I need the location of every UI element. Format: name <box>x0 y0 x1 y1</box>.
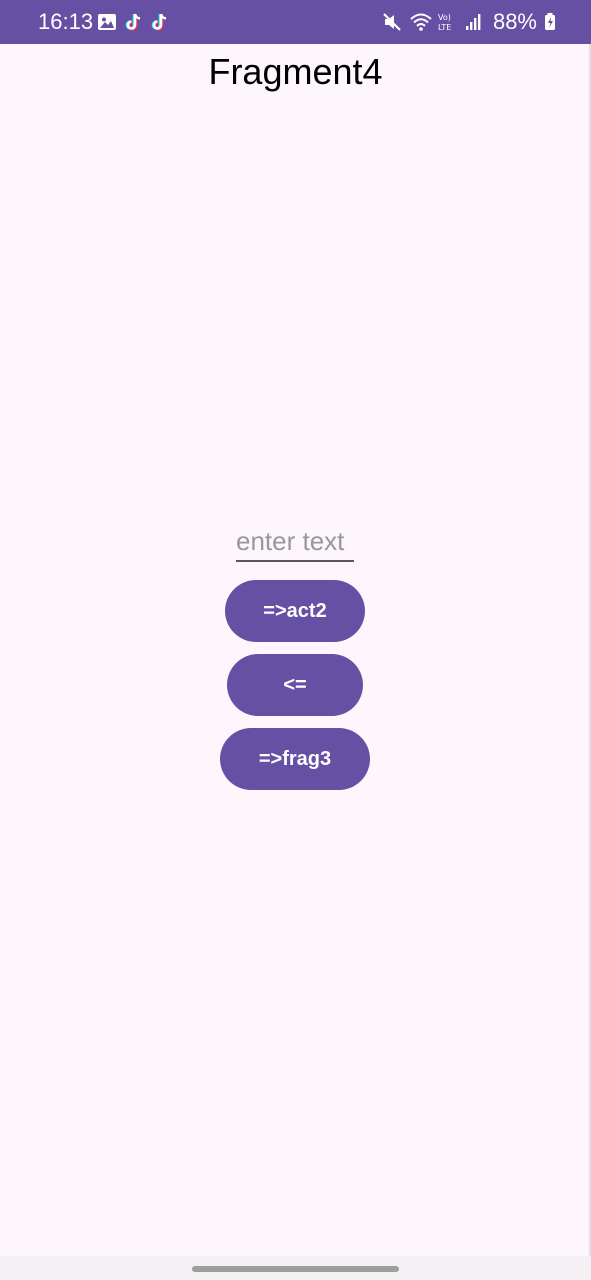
battery-charging-icon <box>543 11 557 33</box>
text-input[interactable] <box>236 522 354 562</box>
volte-icon: Vo) LTE <box>437 11 459 33</box>
page-title: Fragment4 <box>208 51 383 92</box>
tiktok-icon <box>122 11 144 33</box>
battery-percent: 88% <box>492 9 537 34</box>
home-gesture-handle[interactable] <box>192 1266 399 1272</box>
notification-icons <box>96 10 170 34</box>
svg-text:LTE: LTE <box>438 23 451 32</box>
gallery-icon <box>96 11 118 33</box>
status-time: 16:13 <box>38 9 94 34</box>
back-button[interactable]: <= <box>227 654 363 716</box>
svg-text:Vo): Vo) <box>438 13 451 22</box>
status-bar: 16:13 Vo) LTE 88% <box>0 0 591 44</box>
app-screen: 16:13 Vo) LTE 88% Fragment4 enter text =… <box>0 0 591 1280</box>
system-status-icons: Vo) LTE 88% <box>381 10 557 34</box>
text-input-wrapper <box>236 522 354 562</box>
wifi-icon <box>409 11 432 33</box>
tiktok-icon <box>148 11 170 33</box>
to-frag3-button[interactable]: =>frag3 <box>220 728 370 790</box>
to-act2-button[interactable]: =>act2 <box>225 580 365 642</box>
signal-icon <box>465 11 487 33</box>
mute-icon <box>381 11 403 33</box>
